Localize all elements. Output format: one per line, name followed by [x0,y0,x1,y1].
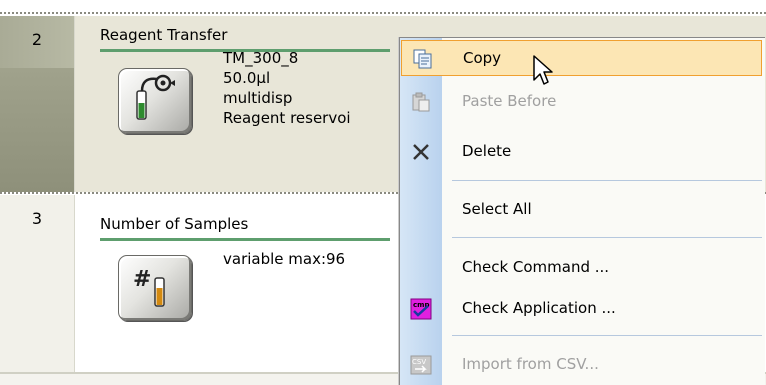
check-application-icon: cmp [410,298,432,320]
detail-line: multidisp [223,89,293,107]
step-number-cell: 3 [0,195,75,375]
menu-item-label: Check Application ... [462,299,616,317]
menu-item-label: Delete [462,142,512,160]
menu-item-label: Paste Before [462,92,557,110]
menu-item-label: Check Command ... [462,258,610,276]
step-number-cell: 2 [0,16,75,192]
menu-item-import-csv[interactable]: CSV Import from CSV... [400,345,764,385]
mouse-pointer-icon [533,55,553,85]
title-underline [100,238,390,241]
number-of-samples-icon[interactable]: # [118,255,192,321]
svg-text:#: # [133,267,151,292]
delete-x-icon [410,141,432,163]
menu-item-select-all[interactable]: Select All [400,190,764,230]
paste-icon [410,91,432,113]
detail-line: Reagent reservoi [223,109,351,127]
menu-separator [452,335,762,336]
step-title: Number of Samples [100,215,249,233]
detail-line: 50.0µl [223,69,271,87]
menu-item-delete[interactable]: Delete [400,132,764,172]
menu-item-label: Select All [462,200,532,218]
copy-icon [412,48,434,70]
menu-separator [452,237,762,238]
menu-item-check-application[interactable]: cmp Check Application ... [400,289,764,329]
import-csv-icon: CSV [410,354,432,376]
menu-item-label: Copy [463,49,502,67]
reagent-transfer-icon[interactable] [118,68,192,134]
step-number: 3 [31,209,43,228]
menu-item-paste-before[interactable]: Paste Before [400,82,764,122]
step-title: Reagent Transfer [100,26,228,44]
context-menu: Copy Paste Before Delete Select All Chec… [399,37,765,385]
menu-item-check-command[interactable]: Check Command ... [400,248,764,288]
step-details: TM_300_8 50.0µl multidisp Reagent reserv… [223,48,351,128]
menu-item-label: Import from CSV... [462,355,599,373]
menu-separator [452,180,762,181]
step-number: 2 [31,30,43,49]
detail-line: variable max:96 [223,250,346,268]
top-divider [0,0,766,14]
detail-line: TM_300_8 [223,49,299,67]
menu-item-copy[interactable]: Copy [401,40,762,76]
step-details: variable max:96 [223,249,345,269]
import-csv-icon-text: CSV [412,358,426,366]
